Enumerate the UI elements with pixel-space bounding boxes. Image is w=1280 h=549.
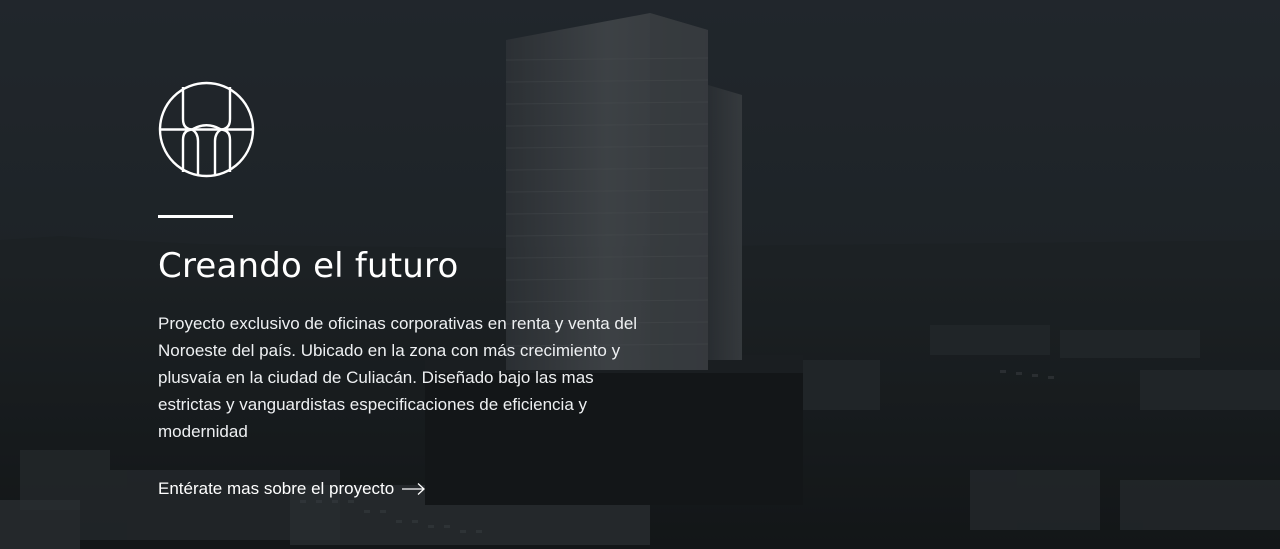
arrow-right-icon (402, 483, 426, 495)
hero-description: Proyecto exclusivo de oficinas corporati… (158, 314, 638, 441)
circle-monogram-logo (158, 81, 255, 178)
learn-more-label: Entérate mas sobre el proyecto (158, 479, 395, 498)
title-divider (158, 215, 233, 218)
hero-title: Creando el futuro (158, 246, 459, 286)
hero-content: Creando el futuro Proyecto exclusivo de … (158, 81, 678, 499)
learn-more-link[interactable]: Entérate mas sobre el proyecto (158, 479, 426, 499)
hero-section: Creando el futuro Proyecto exclusivo de … (0, 0, 1280, 549)
